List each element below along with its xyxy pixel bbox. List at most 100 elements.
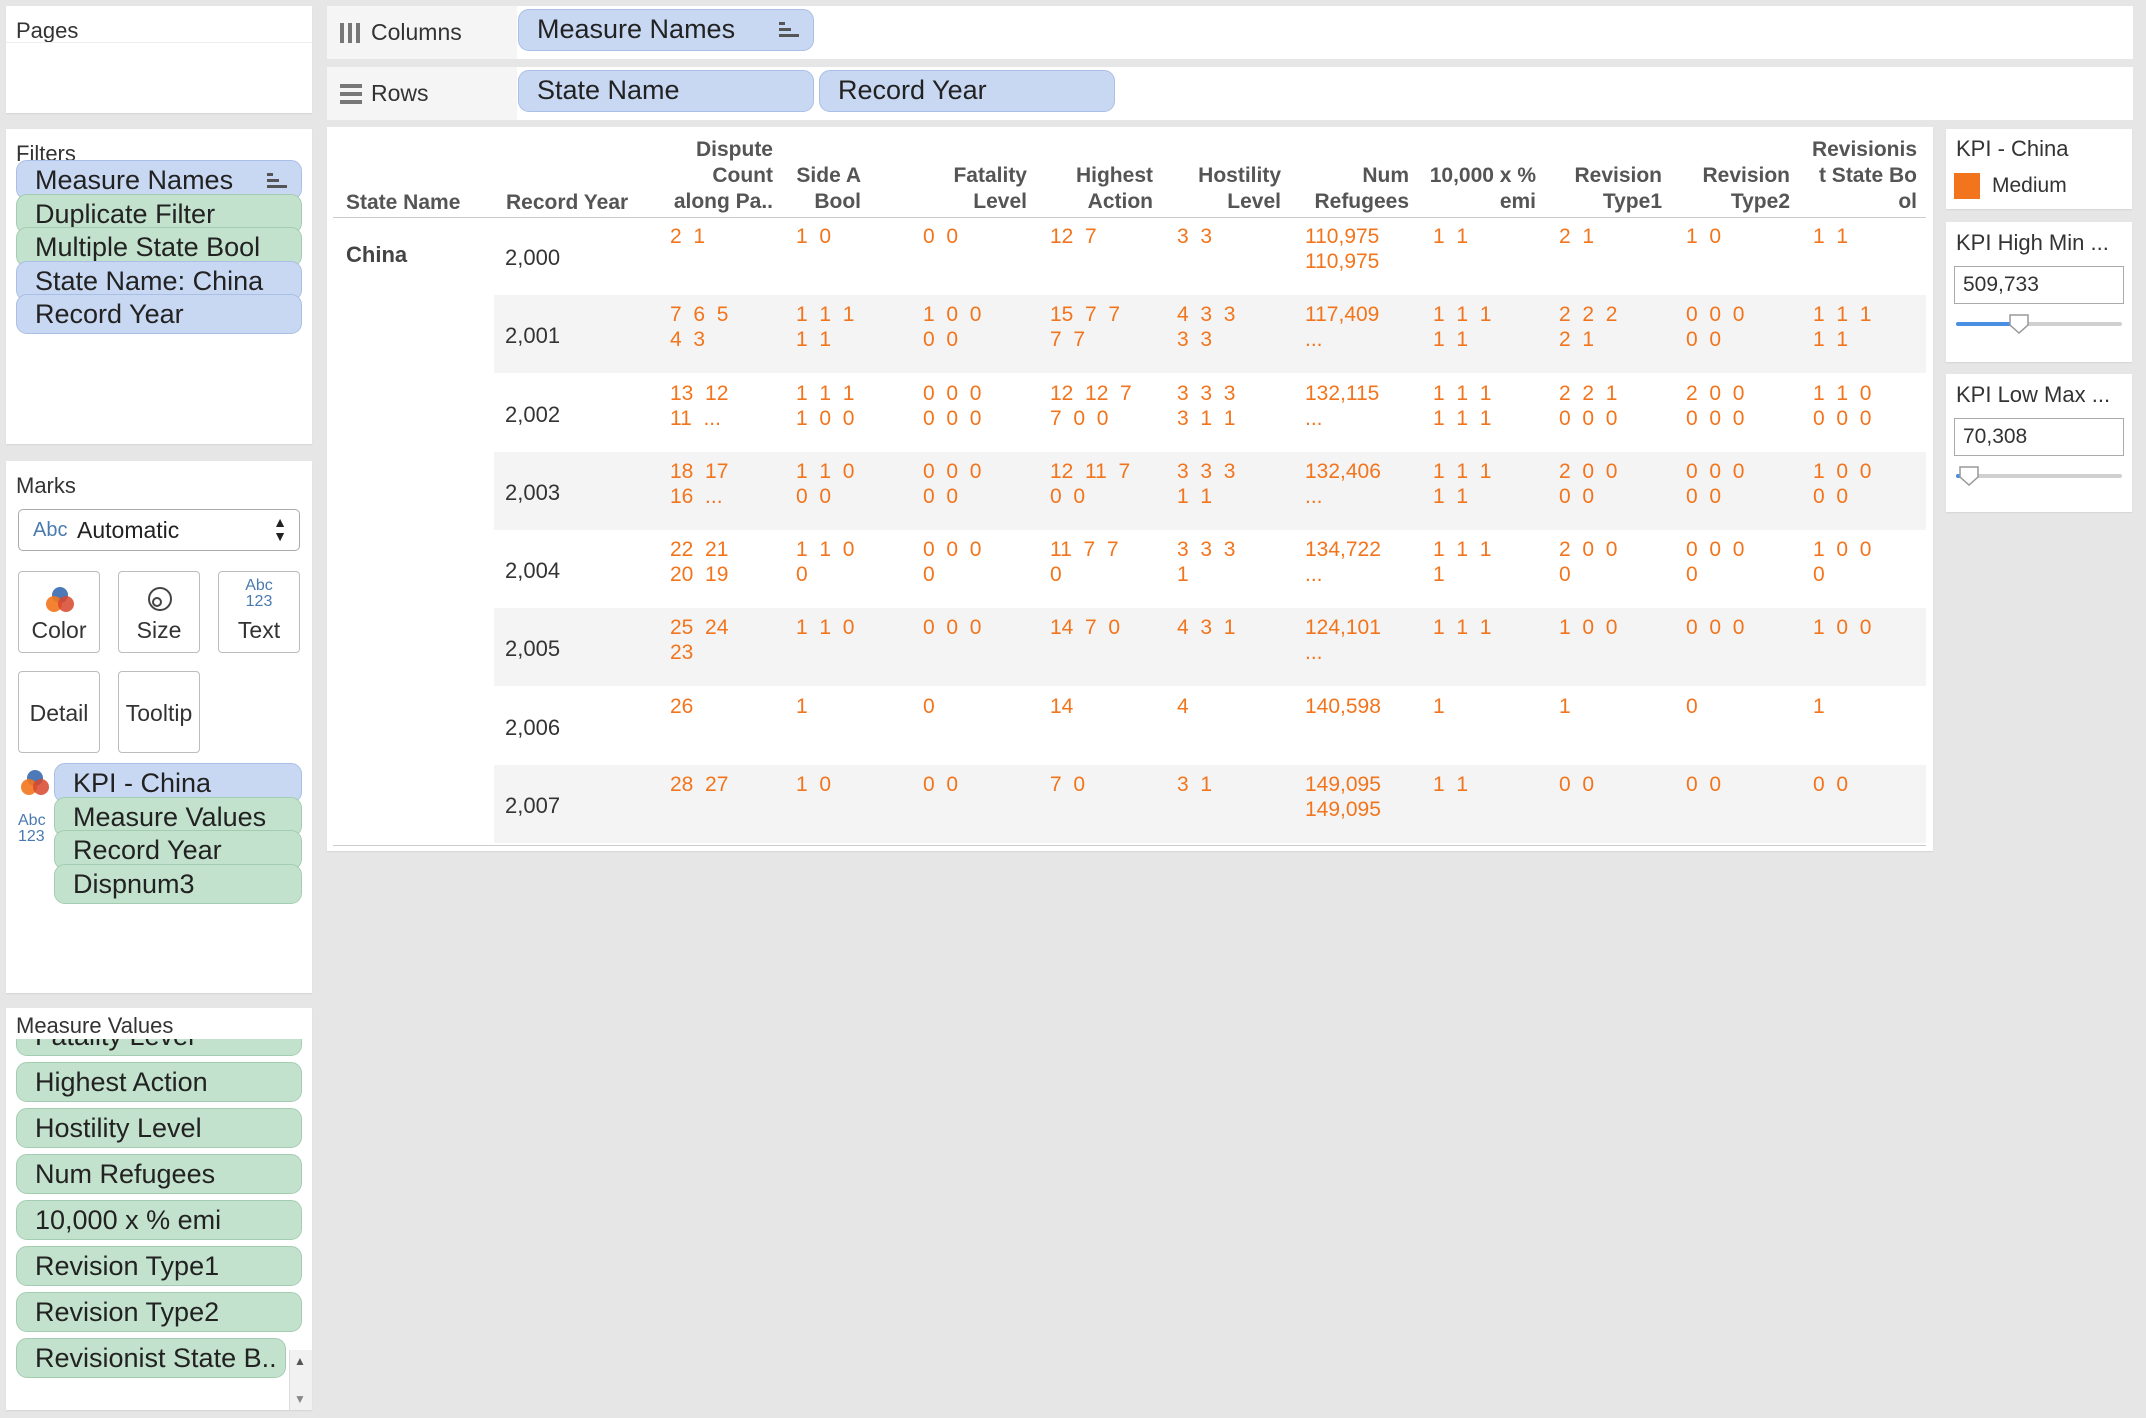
measure-cell[interactable]: 1 1 — [1433, 772, 1468, 797]
measure-cell[interactable]: 1 0 — [1686, 224, 1721, 249]
measure-cell[interactable]: 1 0 00 0 — [1813, 459, 1871, 509]
measure-cell[interactable]: 25 24 23 — [670, 615, 728, 665]
measure-cell[interactable]: 1 1 11 0 0 — [796, 381, 854, 431]
measure-cell[interactable]: 1 1 — [1813, 224, 1848, 249]
measure-cell[interactable]: 0 0 — [1686, 772, 1721, 797]
measure-cell[interactable]: 22 21 20 19 — [670, 537, 728, 587]
measure-cell[interactable]: 1 1 1 — [1433, 615, 1491, 640]
measure-cell[interactable]: 14 — [1050, 694, 1073, 719]
measure-cell[interactable]: 1 0 0 — [1813, 615, 1871, 640]
measure-cell[interactable]: 0 0 — [1559, 772, 1594, 797]
measure-cell[interactable]: 11 7 70 — [1050, 537, 1119, 587]
kpi-low-slider-thumb[interactable] — [1958, 465, 1980, 487]
measure-cell[interactable]: 14 7 0 — [1050, 615, 1120, 640]
measure-cell[interactable]: 4 3 1 — [1177, 615, 1235, 640]
measure-cell[interactable]: 3 3 31 — [1177, 537, 1235, 587]
measure-cell[interactable]: 13 12 11 ... — [670, 381, 728, 431]
measure-cell[interactable]: 4 3 33 3 — [1177, 302, 1235, 352]
measure-cell[interactable]: 28 27 — [670, 772, 728, 797]
measure-cell[interactable]: 1 0 00 — [1813, 537, 1871, 587]
cell-line: 1 1 — [1433, 772, 1469, 796]
cell-line: 1 1 1 — [1433, 459, 1492, 483]
kpi-high-slider-thumb[interactable] — [2008, 313, 2030, 335]
measure-cell[interactable]: 1 — [1813, 694, 1825, 719]
kpi-low-slider[interactable] — [1956, 466, 2122, 487]
measure-cell[interactable]: 132,406... — [1305, 459, 1381, 509]
measure-cell[interactable]: 124,101... — [1305, 615, 1381, 665]
measure-cell[interactable]: 1 1 11 — [1433, 537, 1491, 587]
measure-cell[interactable]: 1 — [796, 694, 808, 719]
kpi-high-slider[interactable] — [1956, 314, 2122, 335]
cell-line: 132,115 — [1305, 381, 1380, 405]
year-cell: 2,001 — [505, 323, 561, 349]
legend-swatch-medium[interactable] — [1954, 173, 1980, 199]
measure-cell[interactable]: 2 2 22 1 — [1559, 302, 1617, 352]
measure-cell[interactable]: 7 0 — [1050, 772, 1085, 797]
cell-line: 0 0 — [1813, 484, 1849, 508]
measure-cell[interactable]: 1 1 0 — [796, 615, 854, 640]
measure-cell[interactable]: 0 0 00 — [923, 537, 981, 587]
measure-cell[interactable]: 110,975 110,975 — [1305, 224, 1379, 274]
measure-cell[interactable]: 3 3 — [1177, 224, 1212, 249]
measure-cell[interactable]: 18 17 16 ... — [670, 459, 728, 509]
measure-cell[interactable]: 3 1 — [1177, 772, 1212, 797]
year-cell: 2,004 — [505, 558, 561, 583]
measure-cell[interactable]: 149,095 149,095 — [1305, 772, 1381, 822]
measure-cell[interactable]: 3 3 31 1 — [1177, 459, 1235, 509]
measure-cell[interactable]: 0 0 — [923, 772, 958, 797]
measure-cell[interactable]: 1 1 00 0 0 — [1813, 381, 1871, 431]
measure-cell[interactable]: 1 1 11 1 — [1433, 459, 1491, 509]
measure-cell[interactable]: 0 0 00 0 — [923, 459, 981, 509]
measure-cell[interactable]: 140,598 — [1305, 694, 1381, 719]
measure-cell[interactable]: 1 1 11 1 — [1813, 302, 1871, 352]
measure-cell[interactable]: 117,409... — [1305, 302, 1379, 352]
measure-cell[interactable]: 0 — [923, 694, 935, 719]
measure-cell[interactable]: 7 6 54 3 — [670, 302, 728, 352]
measure-cell[interactable]: 0 0 00 0 — [1686, 459, 1744, 509]
measure-cell[interactable]: 0 0 0 — [923, 615, 981, 640]
measure-cell[interactable]: 1 0 00 0 — [923, 302, 981, 352]
measure-cell[interactable]: 1 1 00 0 — [796, 459, 854, 509]
measure-cell[interactable]: 2 1 — [670, 224, 705, 249]
measure-cell[interactable]: 1 1 00 — [796, 537, 854, 587]
measure-cell[interactable]: 15 7 77 7 — [1050, 302, 1120, 352]
kpi-low-input[interactable]: 70,308 — [1954, 418, 2124, 456]
measure-cell[interactable]: 132,115... — [1305, 381, 1379, 431]
measure-cell[interactable]: 1 1 — [1433, 224, 1468, 249]
measure-cell[interactable]: 12 12 77 0 0 — [1050, 381, 1132, 431]
measure-cell[interactable]: 2 0 00 — [1559, 537, 1617, 587]
cell-line: 3 1 1 — [1177, 406, 1236, 430]
measure-cell[interactable]: 134,722... — [1305, 537, 1381, 587]
measure-cell[interactable]: 2 2 10 0 0 — [1559, 381, 1617, 431]
measure-cell[interactable]: 0 — [1686, 694, 1698, 719]
state-name-header[interactable]: State Name — [346, 191, 460, 215]
measure-cell[interactable]: 2 0 00 0 0 — [1686, 381, 1744, 431]
measure-cell[interactable]: 0 0 — [923, 224, 958, 249]
measure-cell[interactable]: 1 — [1559, 694, 1571, 719]
measure-cell[interactable]: 4 — [1177, 694, 1189, 719]
measure-cell[interactable]: 1 1 11 1 — [796, 302, 854, 352]
measure-cell[interactable]: 0 0 00 — [1686, 537, 1744, 587]
measure-cell[interactable]: 1 1 11 1 — [1433, 302, 1491, 352]
measure-cell[interactable]: 1 0 — [796, 772, 831, 797]
legend-label-medium[interactable]: Medium — [1992, 174, 2067, 198]
cell-line: 0 0 0 — [1686, 303, 1745, 327]
column-header-9[interactable]: Revisionis t State Bo ol — [1717, 137, 1917, 215]
measure-cell[interactable]: 1 0 0 — [1559, 615, 1617, 640]
measure-cell[interactable]: 26 — [670, 694, 693, 719]
measure-cell[interactable]: 12 7 — [1050, 224, 1097, 249]
measure-cell[interactable]: 2 1 — [1559, 224, 1594, 249]
measure-cell[interactable]: 0 0 00 0 0 — [923, 381, 981, 431]
cell-line: 0 0 — [1559, 772, 1595, 796]
measure-cell[interactable]: 3 3 33 1 1 — [1177, 381, 1235, 431]
measure-cell[interactable]: 2 0 00 0 — [1559, 459, 1617, 509]
measure-cell[interactable]: 0 0 — [1813, 772, 1848, 797]
measure-cell[interactable]: 0 0 0 — [1686, 615, 1744, 640]
measure-cell[interactable]: 12 11 70 0 — [1050, 459, 1130, 509]
measure-cell[interactable]: 1 1 11 1 1 — [1433, 381, 1491, 431]
measure-cell[interactable]: 1 0 — [796, 224, 831, 249]
measure-cell[interactable]: 1 — [1433, 694, 1445, 719]
measure-cell[interactable]: 0 0 00 0 — [1686, 302, 1744, 352]
cell-line: 0 0 — [1686, 772, 1722, 796]
kpi-high-input[interactable]: 509,733 — [1954, 266, 2124, 304]
